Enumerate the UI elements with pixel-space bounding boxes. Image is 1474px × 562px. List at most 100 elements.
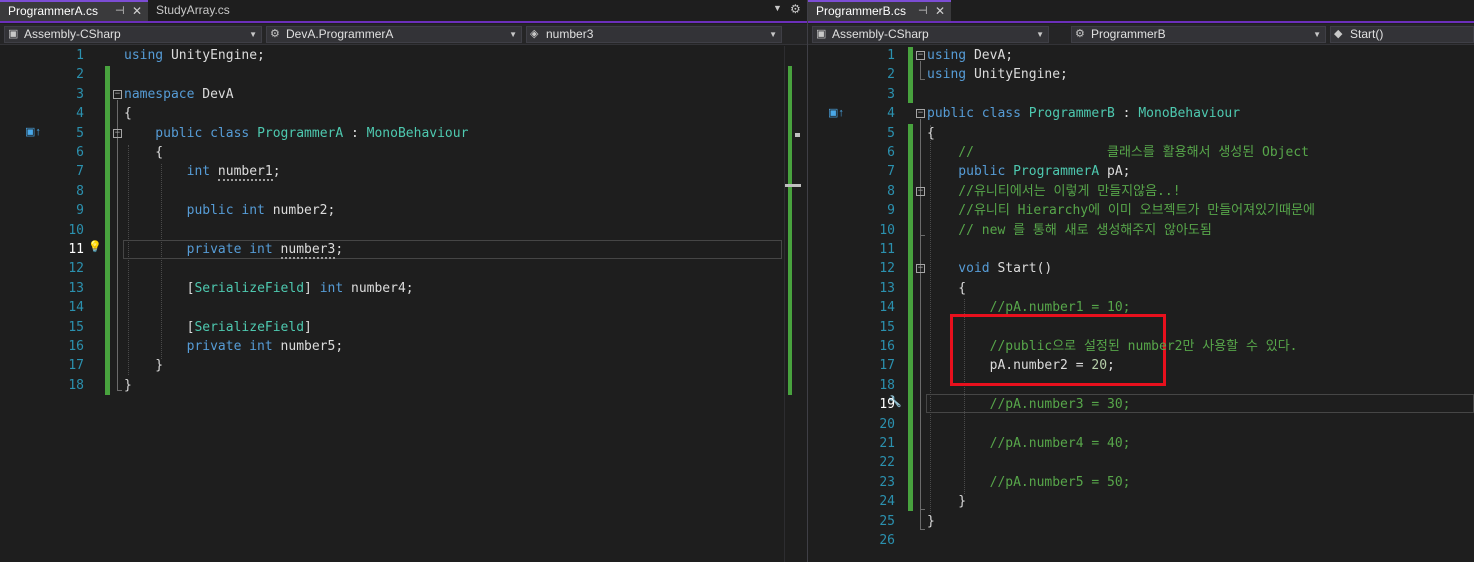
tab-programmer-b[interactable]: ProgrammerB.cs ⊣ ✕	[808, 0, 951, 21]
code-line[interactable]: 10 // new 를 통해 새로 생성해주지 않아도됨	[808, 221, 1474, 240]
code-token: number2;	[264, 203, 336, 219]
code-token: {	[927, 125, 935, 141]
code-token: // 클래스를 활용해서 생성된 Object	[927, 145, 1310, 160]
pin-icon[interactable]: ⊣	[115, 2, 125, 21]
gear-icon[interactable]: ⚙	[790, 2, 801, 16]
code-line[interactable]: 6 {	[0, 143, 807, 162]
code-line[interactable]: 14	[0, 298, 807, 317]
code-line[interactable]: 12	[0, 259, 807, 278]
line-number: 5	[887, 125, 895, 141]
code-line[interactable]: 13 {	[808, 279, 1474, 298]
code-line[interactable]: 8	[0, 182, 807, 201]
code-editor-left[interactable]: − − ▣↑ 💡 1 using UnityEngine; 2 3 namespace …	[0, 46, 807, 562]
line-number: 16	[68, 339, 84, 354]
tab-list-dropdown-icon[interactable]: ▼	[773, 3, 782, 13]
code-line[interactable]: 4 public class ProgrammerB : MonoBehaviou…	[808, 104, 1474, 123]
code-line[interactable]: 2 using UnityEngine;	[808, 65, 1474, 84]
code-token: UnityEngine;	[966, 67, 1068, 83]
tab-study-array[interactable]: StudyArray.cs	[148, 0, 268, 21]
code-line[interactable]: 26	[808, 531, 1474, 550]
code-line[interactable]: 7 int number1;	[0, 162, 807, 182]
line-number: 7	[887, 164, 895, 180]
code-line[interactable]: 16 private int number5;	[0, 337, 807, 356]
code-token: number4;	[343, 280, 414, 296]
csharp-project-icon: ▣	[8, 28, 19, 40]
line-number: 8	[76, 183, 84, 199]
code-line[interactable]: 12 void Start()	[808, 259, 1474, 278]
pin-icon[interactable]: ⊣	[918, 2, 928, 21]
code-line[interactable]: 8 //유니티에서는 이렇게 만들지않음..!	[808, 182, 1474, 201]
code-token: }	[927, 494, 967, 510]
code-text: private int number3;	[124, 240, 343, 259]
line-number: 10	[68, 222, 84, 238]
code-line[interactable]: 1 using UnityEngine;	[0, 46, 807, 65]
member-dropdown[interactable]: ◆ Start()	[1330, 26, 1474, 43]
code-line[interactable]: 17 }	[0, 356, 807, 375]
code-line[interactable]: 5{	[808, 124, 1474, 143]
code-token: {	[927, 280, 967, 296]
code-line[interactable]: 6 // 클래스를 활용해서 생성된 Object	[808, 143, 1474, 162]
code-line[interactable]: 23 //pA.number5 = 50;	[808, 473, 1474, 492]
type-dropdown[interactable]: ⚙ ProgrammerB ▼	[1071, 26, 1326, 43]
code-line[interactable]: 20	[808, 415, 1474, 434]
code-line[interactable]: 18	[808, 376, 1474, 395]
code-text: public class ProgrammerB : MonoBehaviour	[927, 104, 1240, 123]
code-line[interactable]: 13 [SerializeField] int number4;	[0, 279, 807, 298]
code-line[interactable]: 1 using DevA;	[808, 46, 1474, 65]
code-line[interactable]: 14 //pA.number1 = 10;	[808, 298, 1474, 317]
code-token: ;	[1107, 358, 1115, 374]
code-line[interactable]: 11	[808, 240, 1474, 259]
code-line[interactable]: 3	[808, 85, 1474, 104]
code-text: using UnityEngine;	[124, 46, 265, 65]
code-line[interactable]: 2	[0, 65, 807, 84]
code-line[interactable]: 21 //pA.number4 = 40;	[808, 434, 1474, 453]
line-number: 10	[879, 222, 895, 238]
code-token: :	[343, 125, 367, 141]
code-line[interactable]: 3 namespace DevA	[0, 85, 807, 104]
code-line[interactable]: 22	[808, 453, 1474, 472]
code-text: // new 를 통해 새로 생성해주지 않아도됨	[927, 221, 1212, 240]
line-number: 4	[76, 106, 84, 122]
code-line[interactable]: 15	[808, 318, 1474, 337]
vertical-scrollbar-left[interactable]	[784, 46, 801, 562]
member-dropdown[interactable]: ◈ number3 ▼	[526, 26, 782, 43]
code-text: namespace DevA	[124, 85, 234, 104]
code-line[interactable]: 4{	[0, 104, 807, 123]
code-line[interactable]: 24 }	[808, 492, 1474, 511]
code-line[interactable]: 18}	[0, 376, 807, 395]
code-line[interactable]: 16 //public으로 설정된 number2만 사용할 수 있다.	[808, 337, 1474, 356]
code-text: //pA.number1 = 10;	[927, 298, 1131, 317]
code-editor-right[interactable]: − − − − ▣↑ 🔧 1 using DevA; 2 using UnityEng…	[808, 46, 1474, 562]
close-icon[interactable]: ✕	[132, 2, 142, 21]
scrollbar-caret-marker	[785, 184, 801, 187]
code-line[interactable]: 15 [SerializeField]	[0, 318, 807, 337]
tab-programmer-a[interactable]: ProgrammerA.cs ⊣ ✕	[0, 0, 148, 21]
code-token: number1	[217, 164, 273, 182]
code-line[interactable]: 10	[0, 221, 807, 240]
code-text: using UnityEngine;	[927, 65, 1068, 84]
code-line[interactable]: 5 public class ProgrammerA : MonoBehavio…	[0, 124, 807, 143]
code-line[interactable]: 25}	[808, 512, 1474, 531]
code-line[interactable]: 17 pA.number2 = 20;	[808, 356, 1474, 375]
code-line[interactable]: 9 public int number2;	[0, 201, 807, 220]
type-dropdown[interactable]: ⚙ DevA.ProgrammerA ▼	[266, 26, 522, 43]
code-line[interactable]: 7 public ProgrammerA pA;	[808, 162, 1474, 181]
code-token: public	[124, 203, 234, 219]
line-number: 16	[879, 339, 895, 354]
editor-pane-programmer-b: ProgrammerB.cs ⊣ ✕ ▣ Assembly-CSharp ▼ ⚙…	[808, 0, 1474, 562]
code-text: //pA.number5 = 50;	[927, 473, 1131, 492]
code-token: number3	[280, 242, 336, 259]
code-line[interactable]: 9 //유니티 Hierarchy에 이미 오브젝트가 만들어져있기때문에	[808, 201, 1474, 220]
code-line[interactable]: 19 //pA.number3 = 30;	[808, 395, 1474, 414]
chevron-down-icon: ▼	[249, 30, 257, 39]
line-number: 2	[887, 67, 895, 83]
code-text: // 클래스를 활용해서 생성된 Object	[927, 143, 1309, 162]
line-number: 24	[879, 494, 895, 510]
line-number: 15	[879, 319, 895, 335]
code-line[interactable]: 11 private int number3;	[0, 240, 807, 259]
project-dropdown[interactable]: ▣ Assembly-CSharp ▼	[812, 26, 1049, 43]
close-icon[interactable]: ✕	[935, 2, 945, 21]
code-token: UnityEngine;	[163, 48, 265, 63]
line-number: 4	[887, 106, 895, 122]
project-dropdown[interactable]: ▣ Assembly-CSharp ▼	[4, 26, 262, 43]
